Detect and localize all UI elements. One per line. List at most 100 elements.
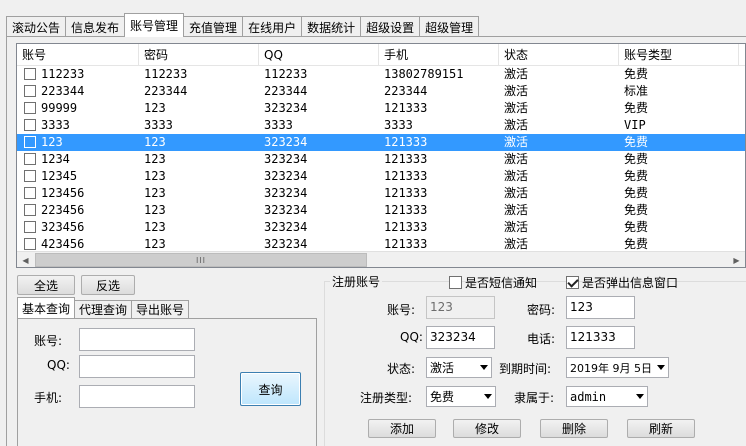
row-checkbox[interactable] [24, 102, 36, 114]
register-expire-datepicker[interactable]: 2019年 9月 5日 [566, 357, 669, 378]
table-cell: 激活 [499, 134, 619, 151]
table-row[interactable]: 223456 123 323234 121333 激活 免费 [17, 202, 745, 219]
table-row[interactable]: 323456 123 323234 121333 激活 免费 [17, 219, 745, 236]
tab-info-publish[interactable]: 信息发布 [65, 16, 126, 37]
column-header-phone[interactable]: 手机 [379, 44, 499, 66]
chevron-down-icon[interactable] [657, 365, 665, 370]
query-button[interactable]: 查询 [240, 372, 301, 406]
refresh-button[interactable]: 刷新 [627, 419, 695, 438]
row-checkbox[interactable] [24, 153, 36, 165]
modify-button[interactable]: 修改 [453, 419, 521, 438]
query-phone-input[interactable] [79, 385, 195, 408]
table-row[interactable]: 12345 123 323234 121333 激活 免费 [17, 168, 745, 185]
register-status-select[interactable]: 激活 [426, 357, 492, 378]
column-header-account[interactable]: 账号 [17, 44, 139, 66]
scroll-left-icon[interactable]: ◀ [17, 252, 34, 267]
cell-text: 123 [144, 169, 166, 183]
register-qq-input[interactable]: 323234 [426, 326, 495, 349]
invert-selection-button[interactable]: 反选 [81, 275, 135, 295]
query-qq-input[interactable] [79, 355, 195, 378]
row-checkbox[interactable] [24, 187, 36, 199]
tab-export-accounts[interactable]: 导出账号 [131, 300, 190, 318]
chevron-down-icon[interactable] [484, 394, 492, 399]
table-cell: 123 [139, 168, 259, 185]
cell-text: 121333 [384, 152, 428, 166]
cell-text: 激活 [504, 84, 529, 98]
cell-text: 123 [144, 152, 166, 166]
table-cell: 免费 [619, 66, 739, 83]
table-cell: 1234 [17, 151, 139, 168]
table-row[interactable]: 223344 223344 223344 223344 激活 标准 [17, 83, 745, 100]
cell-text: 激活 [504, 237, 529, 251]
scroll-right-icon[interactable]: ▶ [728, 252, 745, 267]
cell-text: 3333 [144, 118, 173, 132]
column-header-status[interactable]: 状态 [499, 44, 619, 66]
cell-text: 223344 [41, 84, 85, 98]
chevron-down-icon[interactable] [636, 394, 644, 399]
table-row[interactable]: 112233 112233 112233 13802789151 激活 免费 [17, 66, 745, 83]
select-all-button[interactable]: 全选 [17, 275, 75, 295]
table-row[interactable]: 3333 3333 3333 3333 激活 VIP [17, 117, 745, 134]
chevron-down-icon[interactable] [480, 365, 488, 370]
add-button[interactable]: 添加 [368, 419, 436, 438]
table-cell: 323234 [259, 185, 379, 202]
sms-notify-label: 是否短信通知 [465, 276, 538, 290]
row-checkbox[interactable] [24, 238, 36, 250]
popup-window-checkbox[interactable]: 是否弹出信息窗口 [566, 274, 678, 291]
cell-text: 223344 [384, 84, 428, 98]
sms-checkbox-box[interactable] [449, 276, 462, 289]
register-type-select[interactable]: 免费 [426, 386, 496, 407]
cell-text: 3333 [264, 118, 293, 132]
tab-online-users[interactable]: 在线用户 [242, 16, 303, 37]
table-cell: 123 [139, 202, 259, 219]
row-checkbox[interactable] [24, 68, 36, 80]
register-password-input[interactable]: 123 [566, 296, 635, 319]
tab-super-management[interactable]: 超级管理 [419, 16, 480, 37]
column-header-account-type[interactable]: 账号类型 [619, 44, 739, 66]
table-row[interactable]: 1234 123 323234 121333 激活 免费 [17, 151, 745, 168]
register-phone-input[interactable]: 121333 [566, 326, 635, 349]
tab-basic-query[interactable]: 基本查询 [17, 297, 76, 318]
register-belongs-value: admin [570, 389, 607, 404]
row-checkbox[interactable] [24, 221, 36, 233]
table-cell: 免费 [619, 100, 739, 117]
table-cell: 112233 [139, 66, 259, 83]
tab-scroll-announcement[interactable]: 滚动公告 [6, 16, 67, 37]
cell-text: 223344 [264, 84, 308, 98]
horizontal-scrollbar[interactable]: ◀ III ▶ [17, 251, 745, 267]
register-account-label: 账号: [387, 303, 416, 317]
popup-checkbox-box[interactable] [566, 276, 579, 289]
table-cell: 123 [139, 219, 259, 236]
table-row[interactable]: 99999 123 323234 121333 激活 免费 [17, 100, 745, 117]
register-status-value: 激活 [430, 361, 455, 375]
row-checkbox[interactable] [24, 136, 36, 148]
cell-text: 激活 [504, 220, 529, 234]
row-checkbox[interactable] [24, 85, 36, 97]
cell-text: 121333 [384, 169, 428, 183]
table-row[interactable]: 123 123 323234 121333 激活 免费 [17, 134, 745, 151]
tab-account-management[interactable]: 账号管理 [124, 13, 185, 37]
register-expire-value: 2019年 9月 5日 [570, 361, 652, 375]
column-header-password[interactable]: 密码 [139, 44, 259, 66]
register-qq-label: QQ: [400, 330, 423, 344]
cell-text: 123456 [41, 186, 85, 200]
delete-button[interactable]: 删除 [540, 419, 608, 438]
row-checkbox[interactable] [24, 119, 36, 131]
tab-recharge-management[interactable]: 充值管理 [183, 16, 244, 37]
column-header-qq[interactable]: QQ [259, 44, 379, 66]
query-account-input[interactable] [79, 328, 195, 351]
table-cell: 223456 [17, 202, 139, 219]
table-row[interactable]: 123456 123 323234 121333 激活 免费 [17, 185, 745, 202]
scrollbar-thumb[interactable]: III [35, 253, 367, 267]
sms-notify-checkbox[interactable]: 是否短信通知 [449, 274, 537, 291]
row-checkbox[interactable] [24, 204, 36, 216]
table-cell: 121333 [379, 219, 499, 236]
register-belongs-select[interactable]: admin [566, 386, 648, 407]
tab-agent-query[interactable]: 代理查询 [74, 300, 133, 318]
row-checkbox[interactable] [24, 170, 36, 182]
table-cell: 标准 [619, 83, 739, 100]
table-cell: 激活 [499, 83, 619, 100]
tab-data-statistics[interactable]: 数据统计 [301, 16, 362, 37]
accounts-table[interactable]: 账号 密码 QQ 手机 状态 账号类型 112233 112233 112233 13… [16, 43, 746, 268]
tab-super-settings[interactable]: 超级设置 [360, 16, 421, 37]
